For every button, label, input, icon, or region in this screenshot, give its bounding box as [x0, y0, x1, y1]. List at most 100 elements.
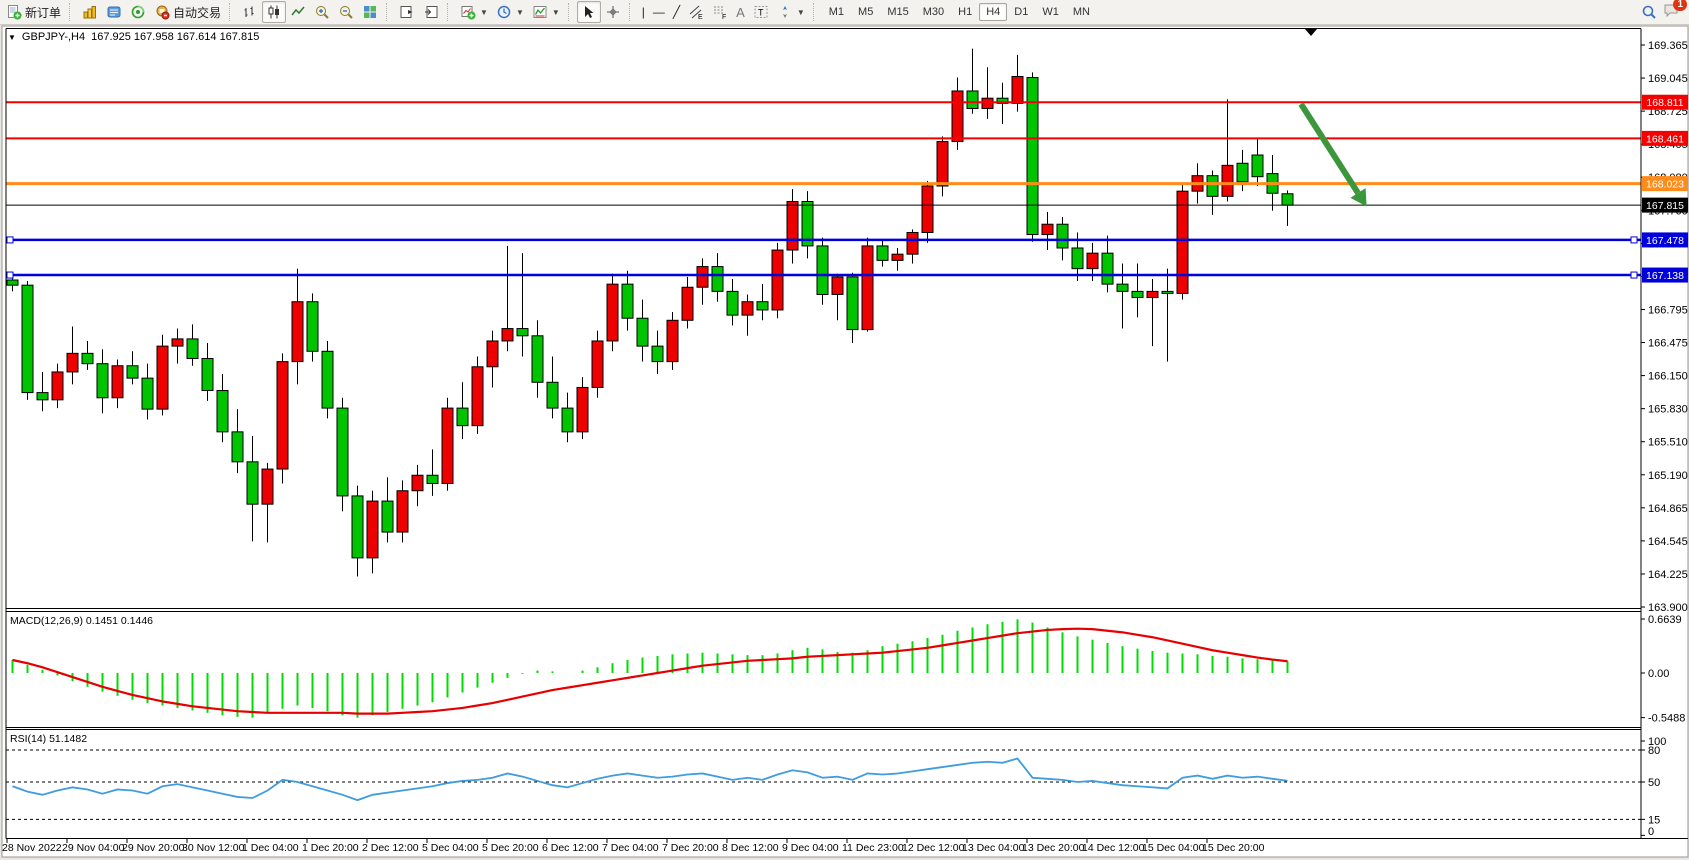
- candlestick-mode-button[interactable]: [262, 1, 286, 23]
- quotes-icon: [106, 4, 122, 20]
- channel-tool[interactable]: E: [684, 1, 708, 23]
- candle-body: [262, 469, 273, 504]
- candle-body: [532, 336, 543, 382]
- auto-trading-icon: [154, 4, 170, 20]
- timeframe-M30[interactable]: M30: [916, 3, 951, 21]
- chevron-down-icon: ▼: [797, 8, 805, 17]
- candle-body: [22, 285, 33, 392]
- fibonacci-tool[interactable]: F: [708, 1, 732, 23]
- candle-body: [967, 91, 978, 109]
- candle-body: [922, 186, 933, 232]
- candle-body: [307, 302, 318, 352]
- price-badge-label: 168.811: [1646, 97, 1683, 109]
- candle-body: [742, 302, 753, 315]
- signals-button[interactable]: [126, 1, 150, 23]
- candle-body: [667, 320, 678, 361]
- price-tick: 165.830: [1648, 404, 1688, 416]
- cursor-tool-button[interactable]: [577, 1, 601, 23]
- candle-body: [382, 501, 393, 532]
- arrange-left-icon: [399, 4, 415, 20]
- svg-text:E: E: [698, 14, 703, 20]
- price-tick: 164.225: [1648, 569, 1688, 581]
- market-watch-button[interactable]: [78, 1, 102, 23]
- candle-body: [172, 339, 183, 346]
- text-tool[interactable]: A: [732, 1, 749, 23]
- timeframe-W1[interactable]: W1: [1035, 3, 1066, 21]
- quotes-button[interactable]: [102, 1, 126, 23]
- arrows-dropdown[interactable]: ▼: [773, 1, 809, 23]
- timeframe-D1[interactable]: D1: [1007, 3, 1035, 21]
- price-tick: 165.510: [1648, 437, 1688, 449]
- chevron-down-icon[interactable]: ▼: [8, 33, 16, 42]
- time-tick: 15 Dec 20:00: [1202, 842, 1265, 854]
- new-order-button[interactable]: 新订单: [2, 1, 65, 23]
- timeframe-H4[interactable]: H4: [979, 3, 1007, 21]
- candle-body: [142, 378, 153, 409]
- search-icon[interactable]: [1641, 4, 1657, 20]
- fibonacci-icon: F: [712, 4, 728, 20]
- zoom-out-button[interactable]: [334, 1, 358, 23]
- indicators-dropdown[interactable]: ▼: [528, 1, 564, 23]
- candle-body: [457, 408, 468, 426]
- timeframe-group: M1M5M15M30H1H4D1W1MN: [822, 3, 1097, 21]
- zoom-in-button[interactable]: [310, 1, 334, 23]
- timeframe-M5[interactable]: M5: [851, 3, 880, 21]
- text-label-icon: T: [753, 4, 769, 20]
- candle-body: [877, 246, 888, 260]
- time-tick: 15 Dec 04:00: [1142, 842, 1205, 854]
- notification-badge: 1: [1673, 0, 1687, 11]
- time-tick: 7 Dec 20:00: [662, 842, 719, 854]
- periods-dropdown[interactable]: ▼: [492, 1, 528, 23]
- new-chart-dropdown[interactable]: ▼: [456, 1, 492, 23]
- candle-body: [652, 346, 663, 361]
- notifications-button[interactable]: 1: [1663, 2, 1681, 23]
- chart-canvas[interactable]: 169.365169.045168.725168.405168.080167.7…: [0, 0, 1689, 860]
- vertical-line-tool[interactable]: |: [638, 1, 649, 23]
- time-tick: 12 Dec 12:00: [902, 842, 965, 854]
- time-tick: 29 Nov 20:00: [122, 842, 185, 854]
- candle-body: [1027, 78, 1038, 235]
- tile-windows-button[interactable]: [358, 1, 382, 23]
- crosshair-icon: [605, 4, 621, 20]
- candle-body: [727, 291, 738, 315]
- candle-body: [622, 284, 633, 318]
- horizontal-line-tool[interactable]: —: [649, 1, 669, 23]
- crosshair-tool-button[interactable]: [601, 1, 625, 23]
- line-handle[interactable]: [1631, 237, 1637, 243]
- chart-title: ▼ GBPJPY-,H4 167.925 167.958 167.614 167…: [8, 31, 259, 43]
- separator: [568, 3, 573, 21]
- candle-body: [52, 372, 63, 400]
- svg-text:F: F: [722, 14, 726, 20]
- candle-body: [1252, 155, 1263, 177]
- text-label-tool[interactable]: T: [749, 1, 773, 23]
- trendline-icon: ╱: [673, 6, 680, 18]
- timeframe-M1[interactable]: M1: [822, 3, 851, 21]
- line-handle[interactable]: [7, 272, 13, 278]
- line-handle[interactable]: [1631, 272, 1637, 278]
- line-chart-mode-button[interactable]: [286, 1, 310, 23]
- candle-body: [277, 362, 288, 469]
- chevron-down-icon: ▼: [480, 8, 488, 17]
- separator: [813, 3, 818, 21]
- price-badge-label: 167.138: [1646, 270, 1684, 282]
- candle-body: [397, 491, 408, 532]
- candle-body: [7, 280, 18, 285]
- horizontal-line-icon: —: [653, 6, 665, 18]
- bar-chart-mode-button[interactable]: [238, 1, 262, 23]
- timeframe-M15[interactable]: M15: [880, 3, 915, 21]
- signal-icon: [130, 4, 146, 20]
- timeframe-MN[interactable]: MN: [1066, 3, 1097, 21]
- candle-body: [817, 246, 828, 295]
- arrange-charts-button[interactable]: [395, 1, 419, 23]
- timeframe-H1[interactable]: H1: [951, 3, 979, 21]
- auto-trading-button[interactable]: 自动交易: [150, 1, 225, 23]
- arrange-charts-alt-button[interactable]: [419, 1, 443, 23]
- time-tick: 8 Dec 12:00: [722, 842, 779, 854]
- price-badge-label: 168.461: [1646, 133, 1684, 145]
- rsi-indicator-label: RSI(14) 51.1482: [10, 733, 87, 745]
- line-handle[interactable]: [7, 237, 13, 243]
- candle-body: [487, 341, 498, 367]
- price-tick: 164.865: [1648, 503, 1688, 515]
- trendline-tool[interactable]: ╱: [669, 1, 684, 23]
- candle-body: [127, 366, 138, 378]
